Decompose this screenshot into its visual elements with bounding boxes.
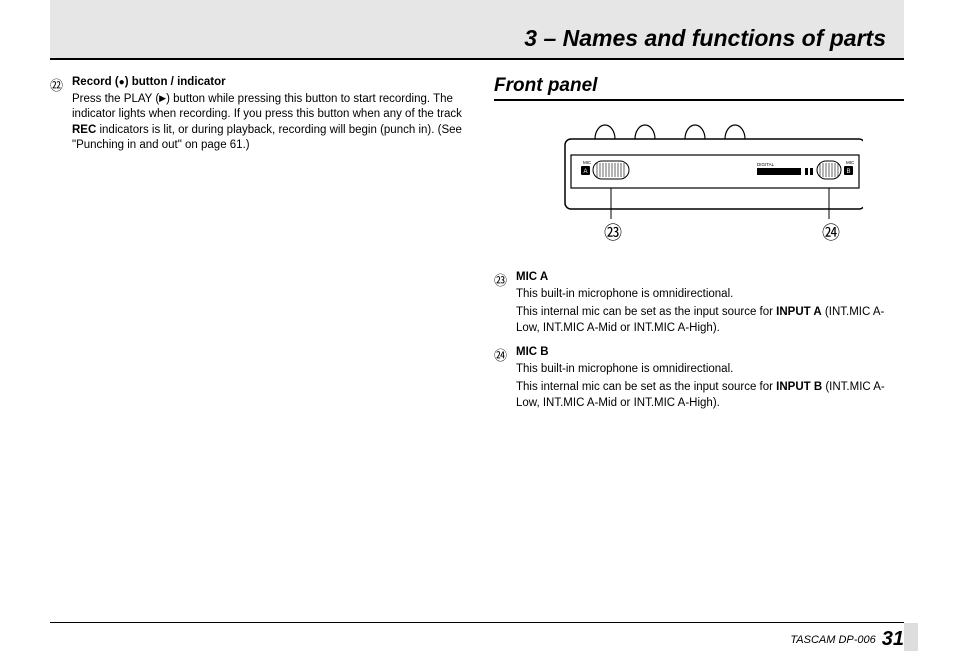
column-left: ㉒ Record (●) button / indicator Press th… [50, 75, 480, 420]
footer-model: TASCAM DP-006 [790, 634, 875, 646]
entry-24-body: MIC B This built-in microphone is omnidi… [516, 345, 904, 414]
section-head-front-panel: Front panel [494, 75, 904, 101]
mic-a-text: MIC [583, 160, 592, 165]
entry-23-head: MIC A [516, 270, 904, 286]
mic-b-letter: B [847, 169, 851, 175]
entry-24-number: ㉔ [494, 345, 516, 414]
footer-thumb-tab [904, 623, 918, 651]
callout-23: ㉓ [604, 223, 622, 243]
front-panel-svg: MIC A DIGITAL [535, 111, 863, 251]
header-rule [50, 58, 904, 60]
entry-22: ㉒ Record (●) button / indicator Press th… [50, 75, 480, 157]
entry-24-p2: This internal mic can be set as the inpu… [516, 380, 904, 411]
entry-22-body: Record (●) button / indicator Press the … [72, 75, 480, 157]
callout-24: ㉔ [822, 223, 840, 243]
entry-22-paragraph: Press the PLAY (▶) button while pressing… [72, 92, 480, 154]
entry-24-head: MIC B [516, 345, 904, 361]
front-panel-diagram: MIC A DIGITAL [494, 111, 904, 256]
entry-22-number: ㉒ [50, 75, 72, 157]
entry-23-body: MIC A This built-in microphone is omnidi… [516, 270, 904, 339]
mic-b-text: MIC [846, 160, 855, 165]
footer-rule [50, 622, 904, 623]
entry-23-p1: This built-in microphone is omnidirectio… [516, 287, 904, 303]
digital-text: DIGITAL [757, 162, 775, 167]
entry-22-head: Record (●) button / indicator [72, 75, 480, 91]
entry-23-number: ㉓ [494, 270, 516, 339]
chapter-title: 3 – Names and functions of parts [524, 25, 886, 52]
entry-23: ㉓ MIC A This built-in microphone is omni… [494, 270, 904, 339]
entry-24: ㉔ MIC B This built-in microphone is omni… [494, 345, 904, 414]
mic-a-letter: A [584, 169, 588, 175]
footer-page: 31 [882, 628, 904, 651]
content-columns: ㉒ Record (●) button / indicator Press th… [50, 75, 904, 420]
header-bar: 3 – Names and functions of parts [50, 0, 904, 58]
entry-23-p2: This internal mic can be set as the inpu… [516, 305, 904, 336]
footer: TASCAM DP-006 31 [50, 628, 904, 651]
column-right: Front panel MIC A [494, 75, 904, 420]
entry-24-p1: This built-in microphone is omnidirectio… [516, 362, 904, 378]
